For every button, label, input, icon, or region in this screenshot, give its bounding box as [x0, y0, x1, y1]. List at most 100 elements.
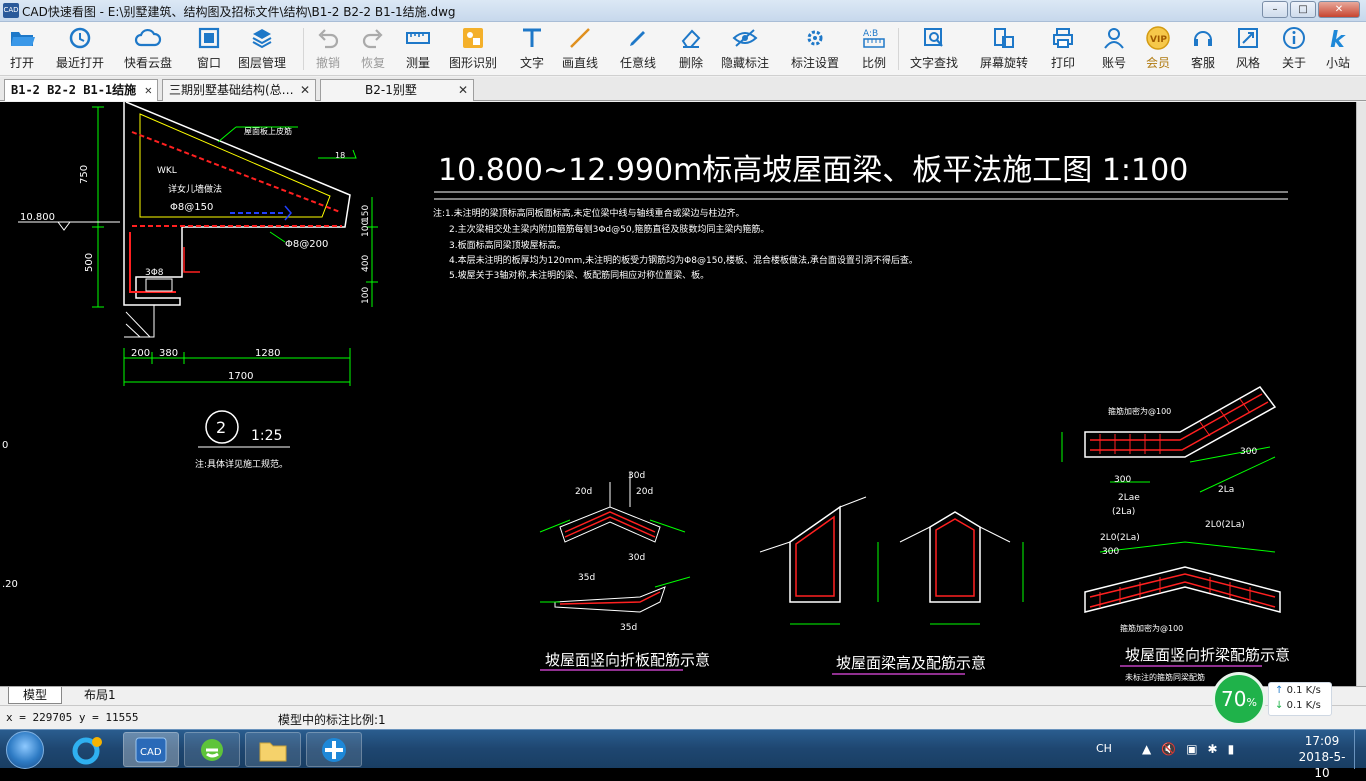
- status-bar: x = 229705 y = 11555 模型中的标注比例:1: [0, 705, 1366, 729]
- upload-arrow-icon: ↑: [1275, 685, 1284, 696]
- sketch-label: 35d: [578, 573, 595, 583]
- window-title: CAD快速看图 - E:\别墅建筑、结构图及招标文件\结构\B1-2 B2-2 …: [22, 5, 456, 19]
- dim-label: 150: [361, 205, 371, 222]
- show-hidden-icons-icon[interactable]: ▲: [1142, 742, 1151, 756]
- network-speed-widget[interactable]: 70% ↑ 0.1 K/s ↓ 0.1 K/s: [1212, 672, 1334, 726]
- print-button[interactable]: 打印: [1048, 24, 1078, 74]
- browser-360-taskbar-item[interactable]: [60, 732, 116, 767]
- callout-label: Φ8@200: [285, 239, 328, 250]
- drawing-canvas[interactable]: 10.800~12.990m标高坡屋面梁、板平法施工图 1:100 注:1.未注…: [0, 102, 1366, 686]
- explorer-taskbar-item[interactable]: [245, 732, 301, 767]
- vip-icon: VIP: [1143, 24, 1173, 52]
- style-button[interactable]: 风格: [1233, 24, 1263, 74]
- sketch-label: 300: [1102, 547, 1119, 557]
- network-percent: 70: [1221, 687, 1247, 711]
- sketch-label: 20d: [636, 487, 653, 497]
- maximize-button[interactable]: □: [1290, 1, 1316, 18]
- tab-label: 三期别墅基础结构(总…: [169, 83, 294, 97]
- sketch-caption: 坡屋面竖向折板配筋示意: [545, 651, 710, 669]
- network-signal-icon[interactable]: ▮: [1228, 742, 1235, 756]
- close-tab-icon[interactable]: ✕: [300, 80, 310, 100]
- text-label: 文字: [519, 56, 544, 70]
- about-button[interactable]: 关于: [1279, 24, 1309, 74]
- about-label: 关于: [1281, 56, 1306, 70]
- support-button[interactable]: 客服: [1188, 24, 1218, 74]
- input-method-indicator[interactable]: CH: [1096, 742, 1112, 755]
- account-button[interactable]: 账号: [1099, 24, 1129, 74]
- text-search-button[interactable]: 文字查找: [910, 24, 958, 74]
- mark-settings-button[interactable]: 标注设置: [791, 24, 839, 74]
- sketch-label: 箍筋加密为@100: [1120, 623, 1183, 633]
- line-button[interactable]: 画直线: [562, 24, 598, 74]
- security-icon[interactable]: ✱: [1208, 742, 1218, 756]
- tab-layout1[interactable]: 布局1: [70, 687, 130, 704]
- tab-b1-2[interactable]: B1-2 B2-2 B1-1结施 ✕: [4, 79, 158, 101]
- site-button[interactable]: k 小站: [1323, 24, 1353, 74]
- cloud-button[interactable]: 快看云盘: [124, 24, 172, 74]
- dim-label: 380: [159, 348, 178, 359]
- freehand-label: 任意线: [620, 56, 657, 70]
- vip-label: 会员: [1145, 56, 1170, 70]
- undo-icon: [313, 24, 343, 52]
- shape-recognize-button[interactable]: 图形识别: [449, 24, 497, 74]
- show-desktop-button[interactable]: [1354, 730, 1366, 769]
- measure-label: 测量: [405, 56, 430, 70]
- system-clock[interactable]: 17:09 2018-5-10: [1292, 733, 1352, 781]
- tab-sanqi[interactable]: 三期别墅基础结构(总… ✕: [162, 79, 316, 101]
- layers-label: 图层管理: [238, 56, 287, 70]
- volume-muted-icon[interactable]: 🔇: [1161, 742, 1176, 756]
- sketch-label: 2L0(2La): [1205, 520, 1245, 530]
- redo-button[interactable]: 恢复: [358, 24, 388, 74]
- text-button[interactable]: 文字: [517, 24, 547, 74]
- tray-icons: ▲ 🔇 ▣ ✱ ▮: [1142, 742, 1234, 756]
- hide-marks-button[interactable]: 隐藏标注: [721, 24, 769, 74]
- vip-button[interactable]: VIP 会员: [1143, 24, 1173, 74]
- start-button[interactable]: [6, 731, 44, 769]
- folded-slab-sketch: 20d 20d 30d 35d 30d 35d 坡屋面竖向折板配筋示意: [539, 471, 710, 671]
- vertical-scrollbar[interactable]: [1356, 102, 1366, 686]
- rotate-screen-button[interactable]: 屏幕旋转: [980, 24, 1028, 74]
- close-tab-icon[interactable]: ✕: [145, 80, 152, 100]
- network-usage-gauge: 70%: [1212, 672, 1266, 726]
- measure-button[interactable]: 测量: [403, 24, 433, 74]
- note-line: 4.本层未注明的板厚均为120mm,未注明的板受力钢筋均为Φ8@150,楼板、混…: [449, 254, 918, 266]
- minimize-button[interactable]: –: [1262, 1, 1288, 18]
- hide-marks-label: 隐藏标注: [721, 56, 770, 70]
- undo-button[interactable]: 撤销: [313, 24, 343, 74]
- close-tab-icon[interactable]: ✕: [458, 80, 468, 100]
- folder-icon: [259, 742, 287, 761]
- style-icon: [1233, 24, 1263, 52]
- svg-text:A:B: A:B: [863, 29, 878, 39]
- upload-speed: 0.1 K/s: [1286, 685, 1321, 696]
- device-icon[interactable]: ▣: [1186, 742, 1197, 756]
- k-logo-icon: k: [1323, 24, 1353, 52]
- delete-button[interactable]: 删除: [676, 24, 706, 74]
- cad-viewer-taskbar-item[interactable]: CAD: [123, 732, 179, 767]
- undo-label: 撤销: [315, 56, 340, 70]
- rotate-screen-icon: [989, 24, 1019, 52]
- feixin-taskbar-item[interactable]: [306, 732, 362, 767]
- ie-taskbar-item[interactable]: [184, 732, 240, 767]
- toolbar-divider: [303, 28, 304, 70]
- ratio-icon: A:B: [859, 24, 889, 52]
- recent-button[interactable]: 最近打开: [56, 24, 104, 74]
- tab-model[interactable]: 模型: [8, 687, 63, 704]
- tab-b2-1[interactable]: B2-1别墅 ✕: [320, 79, 474, 101]
- close-button[interactable]: ✕: [1318, 1, 1360, 18]
- ratio-button[interactable]: A:B 比例: [859, 24, 889, 74]
- freehand-button[interactable]: 任意线: [620, 24, 656, 74]
- user-icon: [1099, 24, 1129, 52]
- dim-label: 750: [79, 165, 90, 184]
- cloud-icon: [133, 24, 163, 52]
- layers-button[interactable]: 图层管理: [238, 24, 286, 74]
- rotate-screen-label: 屏幕旋转: [980, 56, 1029, 70]
- history-icon: [65, 24, 95, 52]
- window-button[interactable]: 窗口: [194, 24, 224, 74]
- sketch-label: (2La): [1112, 507, 1135, 517]
- window-controls: – □ ✕: [1262, 1, 1360, 18]
- clock-time: 17:09: [1304, 734, 1340, 748]
- dim-label: 1280: [255, 348, 280, 359]
- open-button[interactable]: 打开: [7, 24, 37, 74]
- sketch-label: 20d: [575, 487, 592, 497]
- sketch-label: 300: [1240, 447, 1257, 457]
